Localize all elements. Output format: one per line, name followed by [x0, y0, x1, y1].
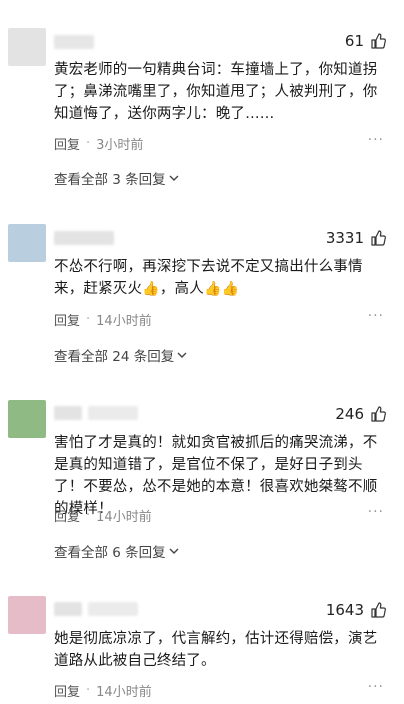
like-count: 3331 — [325, 229, 364, 247]
comment-text: 不怂不行啊，再深挖下去说不定又搞出什么事情来，赶紧灭火👍，高人👍👍 — [54, 256, 390, 300]
timestamp: 14小时前 — [96, 685, 152, 700]
like-button[interactable]: 3331 — [326, 229, 386, 247]
timestamp: 14小时前 — [96, 510, 152, 525]
comment-meta: 回复 · 3小时前 — [54, 134, 143, 153]
like-button[interactable]: 61 — [345, 32, 386, 50]
reply-button[interactable]: 回复 — [54, 681, 80, 700]
comment-text-mid: ，高人 — [159, 281, 204, 297]
separator-dot: · — [86, 312, 91, 327]
timestamp: 3小时前 — [96, 138, 144, 153]
timestamp: 14小时前 — [96, 314, 152, 329]
chevron-down-icon — [169, 175, 179, 181]
like-count: 61 — [344, 32, 364, 50]
like-button[interactable]: 1643 — [326, 601, 386, 619]
thumbs-up-emoji-icon: 👍 — [142, 281, 160, 297]
avatar[interactable] — [8, 224, 46, 262]
chevron-down-icon — [169, 548, 179, 554]
like-count: 1643 — [325, 601, 364, 619]
thumbs-up-emoji-icon: 👍 — [221, 281, 240, 297]
comment-meta: 回复 · 14小时前 — [54, 506, 152, 525]
like-button[interactable]: 246 — [335, 405, 386, 423]
username-blurred[interactable] — [88, 602, 138, 616]
username-blurred[interactable] — [54, 35, 94, 49]
reply-button[interactable]: 回复 — [54, 310, 80, 329]
separator-dot: · — [86, 136, 91, 151]
view-all-replies-button[interactable]: 查看全部 6 条回复 — [54, 541, 179, 561]
thumbs-up-icon — [371, 230, 386, 246]
username-blurred[interactable] — [54, 406, 82, 420]
thumbs-up-emoji-icon: 👍 — [203, 281, 222, 297]
more-options-icon[interactable]: ··· — [368, 504, 384, 520]
separator-dot: · — [86, 683, 91, 698]
username-blurred[interactable] — [54, 231, 114, 245]
avatar[interactable] — [8, 28, 46, 66]
view-all-replies-label: 查看全部 24 条回复 — [54, 349, 175, 365]
view-all-replies-label: 查看全部 3 条回复 — [54, 172, 166, 188]
avatar[interactable] — [8, 596, 46, 634]
comment-meta: 回复 · 14小时前 — [54, 681, 152, 700]
like-count: 246 — [335, 405, 364, 423]
more-options-icon[interactable]: ··· — [368, 132, 384, 148]
comment-text: 黄宏老师的一句精典台词：车撞墙上了，你知道拐了；鼻涕流嘴里了，你知道甩了；人被判… — [54, 62, 378, 122]
thumbs-up-icon — [371, 33, 386, 49]
reply-button[interactable]: 回复 — [54, 506, 80, 525]
separator-dot: · — [86, 508, 91, 523]
more-options-icon[interactable]: ··· — [368, 679, 384, 695]
comment-text: 她是彻底凉凉了，代言解约，估计还得赔偿，演艺道路从此被自己终结了。 — [54, 631, 378, 669]
thumbs-up-icon — [371, 406, 386, 422]
username-blurred[interactable] — [88, 406, 138, 420]
reply-button[interactable]: 回复 — [54, 134, 80, 153]
view-all-replies-label: 查看全部 6 条回复 — [54, 545, 166, 561]
avatar[interactable] — [8, 400, 46, 438]
chevron-down-icon — [177, 352, 187, 358]
username-blurred[interactable] — [54, 602, 82, 616]
comment-meta: 回复 · 14小时前 — [54, 310, 152, 329]
view-all-replies-button[interactable]: 查看全部 24 条回复 — [54, 345, 187, 365]
view-all-replies-button[interactable]: 查看全部 3 条回复 — [54, 168, 179, 188]
thumbs-up-icon — [371, 602, 386, 618]
more-options-icon[interactable]: ··· — [368, 308, 384, 324]
